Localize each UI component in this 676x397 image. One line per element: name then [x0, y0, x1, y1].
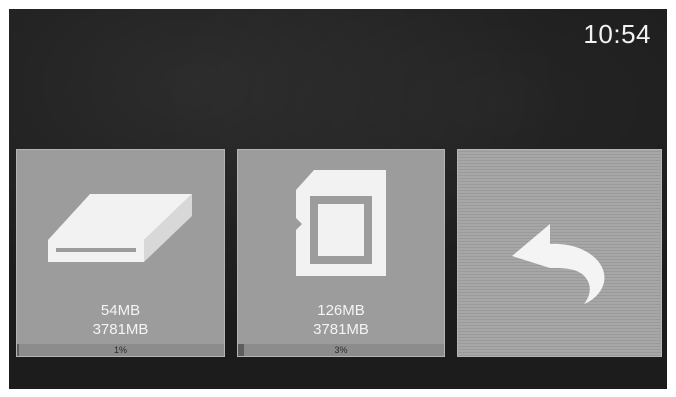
- clock: 10:54: [583, 19, 651, 49]
- usage-bar: 3%: [238, 344, 444, 356]
- sd-card-storage-tile[interactable]: 126MB 3781MB 3%: [237, 149, 445, 357]
- used-space: 54MB: [100, 302, 141, 319]
- sd-card-icon: [238, 168, 444, 278]
- total-space: 3781MB: [92, 321, 149, 338]
- internal-storage-tile[interactable]: 54MB 3781MB 1%: [16, 149, 225, 357]
- usage-percent: 3%: [334, 345, 348, 355]
- hard-drive-icon: [17, 190, 224, 264]
- back-button[interactable]: [457, 149, 662, 357]
- usage-percent: 1%: [113, 345, 127, 355]
- used-space: 126MB: [317, 302, 365, 319]
- back-arrow-icon: [458, 220, 661, 306]
- usage-bar: 1%: [17, 344, 224, 356]
- total-space: 3781MB: [313, 321, 369, 338]
- device-screen: 10:54 54MB 3781MB 1% 126MB 3781MB 3%: [9, 9, 667, 389]
